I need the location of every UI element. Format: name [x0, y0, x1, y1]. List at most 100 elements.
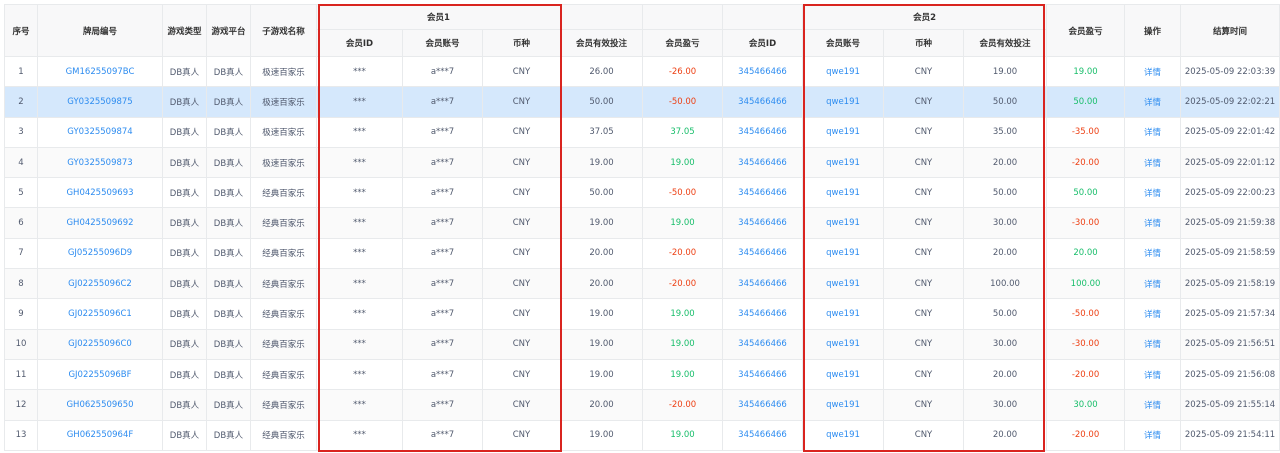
detail-link[interactable]: 详情: [1124, 237, 1182, 270]
m1-profit: 19.00: [642, 207, 724, 239]
table-row[interactable]: 6 GH0425509692 DB真人 DB真人 经典百家乐 *** a***7 CNY 19.…: [4, 207, 1280, 239]
table-row[interactable]: 7 GJ05255096D9 DB真人 DB真人 经典百家乐 *** a***7 CNY 20.…: [4, 237, 1280, 270]
detail-link[interactable]: 详情: [1124, 298, 1182, 330]
m1-currency: CNY: [481, 146, 562, 179]
game-platform: DB真人: [206, 86, 251, 118]
row-index: 1: [4, 55, 38, 88]
m2-account-link[interactable]: qwe191: [802, 328, 885, 360]
m2-id-link[interactable]: 345466466: [722, 146, 804, 179]
table-row[interactable]: 1 GM16255097BC DB真人 DB真人 极速百家乐 *** a***7 CNY 26.…: [4, 55, 1280, 88]
m2-id-link[interactable]: 345466466: [722, 268, 804, 300]
detail-link[interactable]: 详情: [1124, 358, 1182, 391]
table-no-link[interactable]: GY0325509875: [37, 86, 163, 118]
m2-account-link[interactable]: qwe191: [802, 419, 885, 451]
table-row[interactable]: 2 GY0325509875 DB真人 DB真人 极速百家乐 *** a***7 CNY 50.…: [4, 86, 1280, 118]
m2-currency: CNY: [883, 237, 965, 270]
table-no-link[interactable]: GJ02255096C1: [37, 298, 163, 330]
row-index: 8: [4, 268, 38, 300]
detail-link[interactable]: 详情: [1124, 328, 1182, 360]
m2-account-link[interactable]: qwe191: [802, 55, 885, 88]
table-row[interactable]: 5 GH0425509693 DB真人 DB真人 经典百家乐 *** a***7 CNY 50.…: [4, 177, 1280, 209]
detail-link[interactable]: 详情: [1124, 55, 1182, 88]
table-row[interactable]: 10 GJ02255096C0 DB真人 DB真人 经典百家乐 *** a***7 CNY 19…: [4, 328, 1280, 360]
detail-link[interactable]: 详情: [1124, 389, 1182, 421]
table-row[interactable]: 11 GJ02255096BF DB真人 DB真人 经典百家乐 *** a***7 CNY 19…: [4, 358, 1280, 391]
m1-valid-bet: 26.00: [560, 55, 644, 88]
game-type: DB真人: [162, 177, 207, 209]
table-no-link[interactable]: GM16255097BC: [37, 55, 163, 88]
m2-valid-bet: 35.00: [963, 116, 1048, 148]
table-no-link[interactable]: GJ02255096C2: [37, 268, 163, 300]
m2-id-link[interactable]: 345466466: [722, 177, 804, 209]
detail-link[interactable]: 详情: [1124, 268, 1182, 300]
m2-id-link[interactable]: 345466466: [722, 358, 804, 391]
m2-id-link[interactable]: 345466466: [722, 298, 804, 330]
m1-valid-bet: 19.00: [560, 358, 644, 391]
m2-account-link[interactable]: qwe191: [802, 298, 885, 330]
table-row[interactable]: 13 GH062550964F DB真人 DB真人 经典百家乐 *** a***7 CNY 19…: [4, 419, 1280, 451]
m1-id: ***: [316, 177, 403, 209]
table-no-link[interactable]: GY0325509873: [37, 146, 163, 179]
table-body: 1 GM16255097BC DB真人 DB真人 极速百家乐 *** a***7 CNY 26.…: [4, 55, 1280, 451]
table-no-link[interactable]: GJ02255096C0: [37, 328, 163, 360]
settlement-table: 序号 牌局编号 游戏类型 游戏平台 子游戏名称 会员1 会员2 会员盈亏 操作 …: [4, 4, 1280, 451]
settle-time: 2025-05-09 22:01:12: [1180, 146, 1280, 179]
m1-id: ***: [316, 328, 403, 360]
table-row[interactable]: 12 GH0625509650 DB真人 DB真人 经典百家乐 *** a***7 CNY 20…: [4, 389, 1280, 421]
row-index: 13: [4, 419, 38, 451]
m2-account-link[interactable]: qwe191: [802, 207, 885, 239]
table-no-link[interactable]: GH0425509692: [37, 207, 163, 239]
table-row[interactable]: 9 GJ02255096C1 DB真人 DB真人 经典百家乐 *** a***7 CNY 19.…: [4, 298, 1280, 330]
m1-currency: CNY: [481, 419, 562, 451]
m2-account-link[interactable]: qwe191: [802, 86, 885, 118]
m2-account-link[interactable]: qwe191: [802, 358, 885, 391]
table-no-link[interactable]: GJ05255096D9: [37, 237, 163, 270]
m2-id-link[interactable]: 345466466: [722, 389, 804, 421]
detail-link[interactable]: 详情: [1124, 116, 1182, 148]
table-no-link[interactable]: GH062550964F: [37, 419, 163, 451]
detail-link[interactable]: 详情: [1124, 86, 1182, 118]
table-row[interactable]: 3 GY0325509874 DB真人 DB真人 极速百家乐 *** a***7 CNY 37.…: [4, 116, 1280, 148]
m1-currency: CNY: [481, 268, 562, 300]
row-index: 5: [4, 177, 38, 209]
col-table-no: 牌局编号: [37, 4, 163, 57]
table-no-link[interactable]: GJ02255096BF: [37, 358, 163, 391]
m2-profit: 19.00: [1046, 55, 1126, 88]
m1-id: ***: [316, 116, 403, 148]
m2-account-link[interactable]: qwe191: [802, 146, 885, 179]
m2-account-link[interactable]: qwe191: [802, 177, 885, 209]
detail-link[interactable]: 详情: [1124, 419, 1182, 451]
m2-account-link[interactable]: qwe191: [802, 268, 885, 300]
row-index: 2: [4, 86, 38, 118]
m2-id-link[interactable]: 345466466: [722, 237, 804, 270]
m2-account-link[interactable]: qwe191: [802, 389, 885, 421]
table-no-link[interactable]: GH0625509650: [37, 389, 163, 421]
col-m1-currency: 币种: [481, 29, 562, 57]
m2-id-link[interactable]: 345466466: [722, 328, 804, 360]
table-no-link[interactable]: GY0325509874: [37, 116, 163, 148]
m2-id-link[interactable]: 345466466: [722, 207, 804, 239]
m2-currency: CNY: [883, 268, 965, 300]
group-member1-spacer: [642, 4, 724, 30]
m2-id-link[interactable]: 345466466: [722, 86, 804, 118]
m1-account: a***7: [402, 389, 483, 421]
detail-link[interactable]: 详情: [1124, 207, 1182, 239]
table-header: 序号 牌局编号 游戏类型 游戏平台 子游戏名称 会员1 会员2 会员盈亏 操作 …: [4, 4, 1280, 57]
sub-game-name: 极速百家乐: [250, 116, 317, 148]
m2-account-link[interactable]: qwe191: [802, 237, 885, 270]
table-row[interactable]: 8 GJ02255096C2 DB真人 DB真人 经典百家乐 *** a***7 CNY 20.…: [4, 268, 1280, 300]
detail-link[interactable]: 详情: [1124, 146, 1182, 179]
m2-id-link[interactable]: 345466466: [722, 55, 804, 88]
m2-currency: CNY: [883, 86, 965, 118]
table-no-link[interactable]: GH0425509693: [37, 177, 163, 209]
game-type: DB真人: [162, 146, 207, 179]
m1-currency: CNY: [481, 116, 562, 148]
col-m2-account: 会员账号: [802, 29, 885, 57]
m2-account-link[interactable]: qwe191: [802, 116, 885, 148]
detail-link[interactable]: 详情: [1124, 177, 1182, 209]
m2-id-link[interactable]: 345466466: [722, 419, 804, 451]
m2-id-link[interactable]: 345466466: [722, 116, 804, 148]
table-row[interactable]: 4 GY0325509873 DB真人 DB真人 极速百家乐 *** a***7 CNY 19.…: [4, 146, 1280, 179]
game-platform: DB真人: [206, 358, 251, 391]
game-platform: DB真人: [206, 55, 251, 88]
